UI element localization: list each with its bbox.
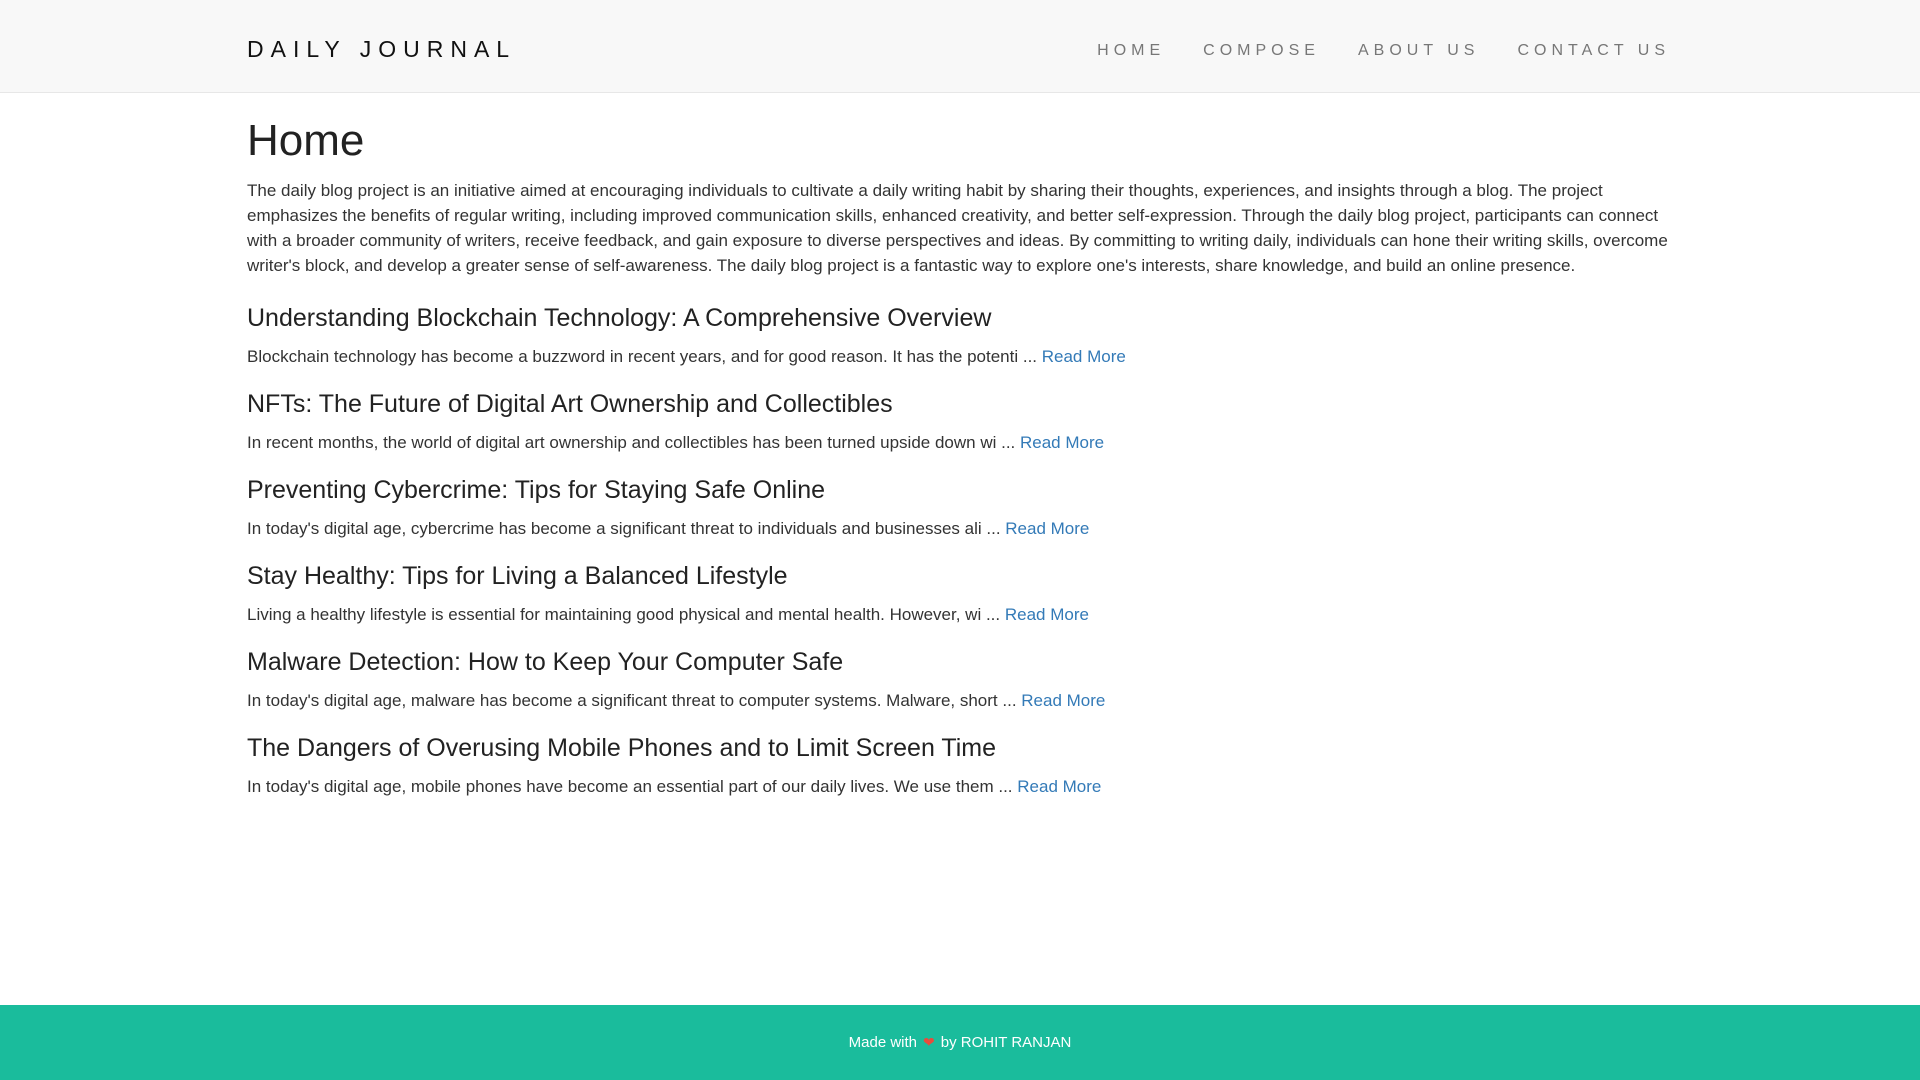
post-item: Stay Healthy: Tips for Living a Balanced… (247, 562, 1673, 627)
post-title: NFTs: The Future of Digital Art Ownershi… (247, 390, 893, 418)
nav-item-home: HOME (1097, 42, 1165, 60)
nav-link-home[interactable]: HOME (1097, 42, 1165, 59)
post-item: Understanding Blockchain Technology: A C… (247, 304, 1673, 369)
post-excerpt-text: In today's digital age, malware has beco… (247, 691, 1022, 710)
post-excerpt-text: Living a healthy lifestyle is essential … (247, 605, 1005, 624)
intro-paragraph: The daily blog project is an initiative … (247, 181, 1668, 275)
post-excerpt-text: In today's digital age, cybercrime has b… (247, 519, 1006, 538)
post-excerpt: In today's digital age, mobile phones ha… (247, 775, 1673, 799)
post-title: Understanding Blockchain Technology: A C… (247, 304, 992, 332)
read-more-link[interactable]: Read More (1005, 519, 1089, 538)
nav-item-contact-us: CONTACT US (1517, 42, 1670, 60)
post-excerpt: In today's digital age, cybercrime has b… (247, 517, 1673, 541)
read-more-link[interactable]: Read More (1021, 691, 1105, 710)
post-item: Malware Detection: How to Keep Your Comp… (247, 648, 1673, 713)
post-title: The Dangers of Overusing Mobile Phones a… (247, 734, 996, 762)
post-excerpt: Living a healthy lifestyle is essential … (247, 603, 1673, 627)
nav-item-compose: COMPOSE (1203, 42, 1320, 60)
read-more-link[interactable]: Read More (1020, 433, 1104, 452)
nav-link-compose[interactable]: COMPOSE (1203, 42, 1320, 59)
post-excerpt-text: In recent months, the world of digital a… (247, 433, 1020, 452)
page-title: Home (247, 116, 365, 165)
nav-item-about-us: ABOUT US (1358, 42, 1480, 60)
post-excerpt: Blockchain technology has become a buzzw… (247, 345, 1673, 369)
post-item: NFTs: The Future of Digital Art Ownershi… (247, 390, 1673, 455)
read-more-link[interactable]: Read More (1005, 605, 1089, 624)
nav-links: HOME COMPOSE ABOUT US CONTACT US (1097, 42, 1670, 60)
nav-link-about-us[interactable]: ABOUT US (1358, 42, 1480, 59)
post-title: Stay Healthy: Tips for Living a Balanced… (247, 562, 788, 590)
navbar: DAILY JOURNAL HOME COMPOSE ABOUT US CONT… (0, 0, 1920, 93)
footer-author: by ROHIT RANJAN (940, 1034, 1072, 1051)
main-content: Home The daily blog project is an initia… (247, 116, 1673, 820)
read-more-link[interactable]: Read More (1042, 347, 1126, 366)
post-excerpt-text: Blockchain technology has become a buzzw… (247, 347, 1042, 366)
footer: Made with ❤ by ROHIT RANJAN (0, 1005, 1920, 1080)
post-item: Preventing Cybercrime: Tips for Staying … (247, 476, 1673, 541)
post-excerpt-text: In today's digital age, mobile phones ha… (247, 777, 1018, 796)
post-excerpt: In today's digital age, malware has beco… (247, 689, 1673, 713)
post-title: Preventing Cybercrime: Tips for Staying … (247, 476, 826, 504)
post-title: Malware Detection: How to Keep Your Comp… (247, 648, 844, 676)
read-more-link[interactable]: Read More (1017, 777, 1101, 796)
post-item: The Dangers of Overusing Mobile Phones a… (247, 734, 1673, 799)
footer-prefix: Made with (848, 1034, 918, 1051)
post-excerpt: In recent months, the world of digital a… (247, 431, 1673, 455)
heart-icon: ❤ (923, 1034, 935, 1050)
nav-link-contact-us[interactable]: CONTACT US (1517, 42, 1670, 59)
brand-logo-link[interactable]: DAILY JOURNAL (247, 36, 516, 63)
